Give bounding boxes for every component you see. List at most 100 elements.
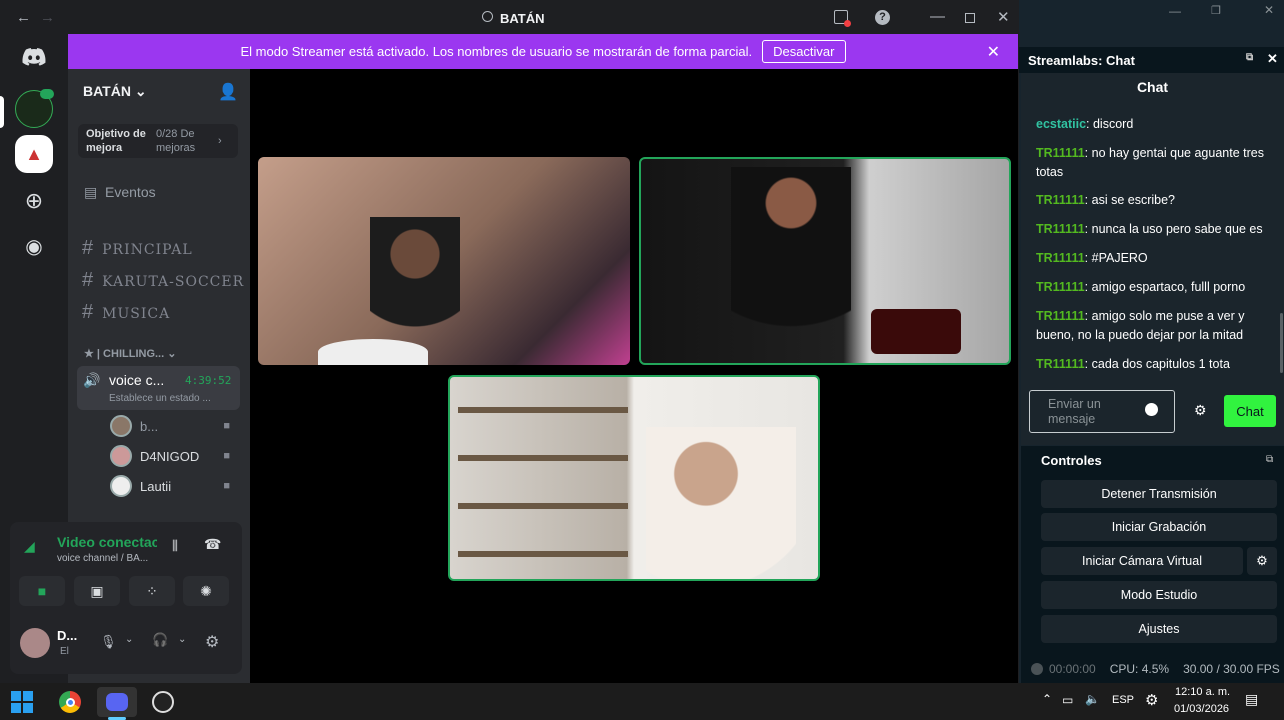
- controls-panel: Controles ⧉ Detener Transmisión Iniciar …: [1021, 446, 1284, 654]
- forward-arrow-icon[interactable]: →: [40, 9, 55, 26]
- voice-member[interactable]: Lautii ■: [110, 475, 240, 497]
- record-indicator-icon: [1031, 662, 1043, 675]
- avatar: [110, 445, 132, 467]
- chat-input[interactable]: Enviar un mensaje: [1029, 390, 1175, 433]
- user-avatar[interactable]: [20, 628, 50, 658]
- server-name-header[interactable]: BATÁN ⌄: [83, 83, 147, 100]
- chat-username[interactable]: TR11111: [1036, 193, 1085, 207]
- server-batan-icon[interactable]: [15, 89, 54, 128]
- chat-username[interactable]: TR11111: [1036, 357, 1085, 371]
- sl-close-icon[interactable]: ✕: [1264, 3, 1274, 17]
- tray-chevron-icon[interactable]: ⌃: [1042, 692, 1052, 706]
- user-name[interactable]: D...: [57, 628, 77, 643]
- help-icon[interactable]: ?: [875, 10, 890, 25]
- voice-member[interactable]: D4NIGOD ■: [110, 445, 240, 467]
- activities-button[interactable]: ⁘: [129, 576, 175, 606]
- close-window-icon[interactable]: ✕: [997, 8, 1010, 26]
- audio-options-chevron-icon[interactable]: ⌄: [178, 634, 186, 645]
- network-icon[interactable]: ▭: [1062, 693, 1073, 707]
- boost-goal[interactable]: Objetivo de mejora 0/28 De mejoras ›: [78, 124, 238, 158]
- obs-icon[interactable]: [146, 687, 180, 717]
- boost-value: 0/28 De mejoras: [156, 128, 196, 154]
- discord-taskbar-icon[interactable]: [97, 687, 137, 717]
- voice-member[interactable]: b... ■: [110, 415, 240, 437]
- close-panel-icon[interactable]: ✕: [1267, 51, 1278, 67]
- add-server-icon[interactable]: ⊕: [15, 182, 53, 220]
- server-avatar-icon[interactable]: ▲: [15, 135, 53, 173]
- back-arrow-icon[interactable]: ←: [16, 9, 31, 26]
- headphones-icon[interactable]: 🎧: [152, 632, 168, 648]
- camera-button[interactable]: ■: [19, 576, 65, 606]
- mic-options-chevron-icon[interactable]: ⌄: [125, 634, 133, 645]
- noise-suppression-icon[interactable]: ⫼: [172, 538, 178, 554]
- studio-mode-button[interactable]: Modo Estudio: [1041, 581, 1277, 609]
- deactivate-button[interactable]: Desactivar: [762, 40, 846, 63]
- virtual-camera-settings-icon[interactable]: ⚙: [1247, 547, 1277, 575]
- user-settings-gear-icon[interactable]: ⚙: [205, 632, 219, 652]
- screen-share-button[interactable]: ▣: [74, 576, 120, 606]
- popout-icon[interactable]: ⧉: [1246, 52, 1253, 63]
- chat-text: : amigo espartaco, fulll porno: [1084, 280, 1246, 294]
- boost-label: Objetivo de mejora: [86, 128, 146, 154]
- disconnect-icon[interactable]: ☎: [204, 536, 221, 553]
- avatar: [110, 415, 132, 437]
- chat-username[interactable]: TR11111: [1036, 309, 1085, 323]
- chat-username[interactable]: TR11111: [1036, 146, 1085, 160]
- clock-date[interactable]: 01/03/2026: [1174, 703, 1229, 715]
- chat-text: : #PAJERO: [1084, 251, 1148, 265]
- chat-text: : cada dos capitulos 1 tota: [1084, 357, 1230, 371]
- window-title: BATÁN: [500, 11, 545, 26]
- sl-maximize-icon[interactable]: ❐: [1211, 4, 1221, 17]
- channel-musica[interactable]: # MUSICA: [82, 301, 170, 324]
- invite-icon[interactable]: 👤: [218, 82, 238, 102]
- clock-time[interactable]: 12:10 a. m.: [1175, 686, 1230, 698]
- emoji-icon[interactable]: [1145, 403, 1158, 416]
- channel-karuta-soccer[interactable]: # KARUTA-SOCCER: [82, 269, 244, 292]
- user-status: El: [60, 646, 69, 657]
- voice-timer: 4:39:52: [185, 374, 232, 387]
- member-name: Lautii: [140, 478, 172, 494]
- member-name: b...: [140, 418, 159, 434]
- chat-username[interactable]: ecstatiic: [1036, 117, 1086, 131]
- start-virtual-camera-button[interactable]: Iniciar Cámara Virtual: [1041, 547, 1243, 575]
- events-label: Eventos: [105, 184, 156, 200]
- channel-label: MUSICA: [102, 306, 171, 322]
- chrome-icon[interactable]: [53, 687, 87, 717]
- video-tile-2[interactable]: [639, 157, 1011, 365]
- channel-principal[interactable]: # PRINCIPAL: [82, 237, 193, 260]
- start-recording-button[interactable]: Iniciar Grabación: [1041, 513, 1277, 541]
- category-chilling[interactable]: ★ | CHILLING... ⌄: [84, 347, 176, 360]
- chat-username[interactable]: TR11111: [1036, 280, 1085, 294]
- language-indicator[interactable]: ESP: [1112, 694, 1134, 706]
- chat-scrollbar[interactable]: [1280, 313, 1283, 373]
- sl-minimize-icon[interactable]: —: [1169, 4, 1181, 18]
- maximize-icon[interactable]: [965, 13, 975, 23]
- events-item[interactable]: ▤ Eventos: [84, 184, 156, 201]
- close-banner-icon[interactable]: ✕: [987, 42, 1000, 62]
- microphone-icon[interactable]: 🎙: [100, 634, 117, 650]
- send-chat-button[interactable]: Chat: [1224, 395, 1276, 427]
- stop-stream-button[interactable]: Detener Transmisión: [1041, 480, 1277, 508]
- volume-icon[interactable]: 🔈: [1085, 692, 1100, 706]
- video-tile-3[interactable]: [448, 375, 820, 581]
- voice-connected-sub: voice channel / BA...: [57, 553, 149, 564]
- chat-message: TR11111: asi se escribe?: [1036, 191, 1271, 210]
- chat-username[interactable]: TR11111: [1036, 222, 1085, 236]
- speaker-icon: 🔊: [83, 372, 101, 388]
- voice-channel-item[interactable]: 🔊 voice c... 4:39:52 Establece un estado…: [77, 366, 240, 410]
- start-button[interactable]: [5, 687, 39, 717]
- soundboard-button[interactable]: ✺: [183, 576, 229, 606]
- discord-home-icon[interactable]: [15, 38, 53, 76]
- voice-connected-title[interactable]: Video conectac: [57, 534, 157, 550]
- chat-username[interactable]: TR11111: [1036, 251, 1085, 265]
- notifications-icon[interactable]: ▤: [1245, 691, 1258, 708]
- category-label: | CHILLING...: [96, 348, 165, 360]
- video-tile-1[interactable]: [258, 157, 630, 365]
- settings-button[interactable]: Ajustes: [1041, 615, 1277, 643]
- controls-popout-icon[interactable]: ⧉: [1266, 454, 1273, 465]
- settings-tray-icon[interactable]: ⚙: [1145, 691, 1158, 709]
- minimize-icon[interactable]: —: [930, 8, 945, 25]
- inbox-icon[interactable]: [834, 10, 851, 27]
- chat-settings-gear-icon[interactable]: ⚙: [1194, 402, 1207, 419]
- discover-icon[interactable]: ◉: [15, 227, 53, 265]
